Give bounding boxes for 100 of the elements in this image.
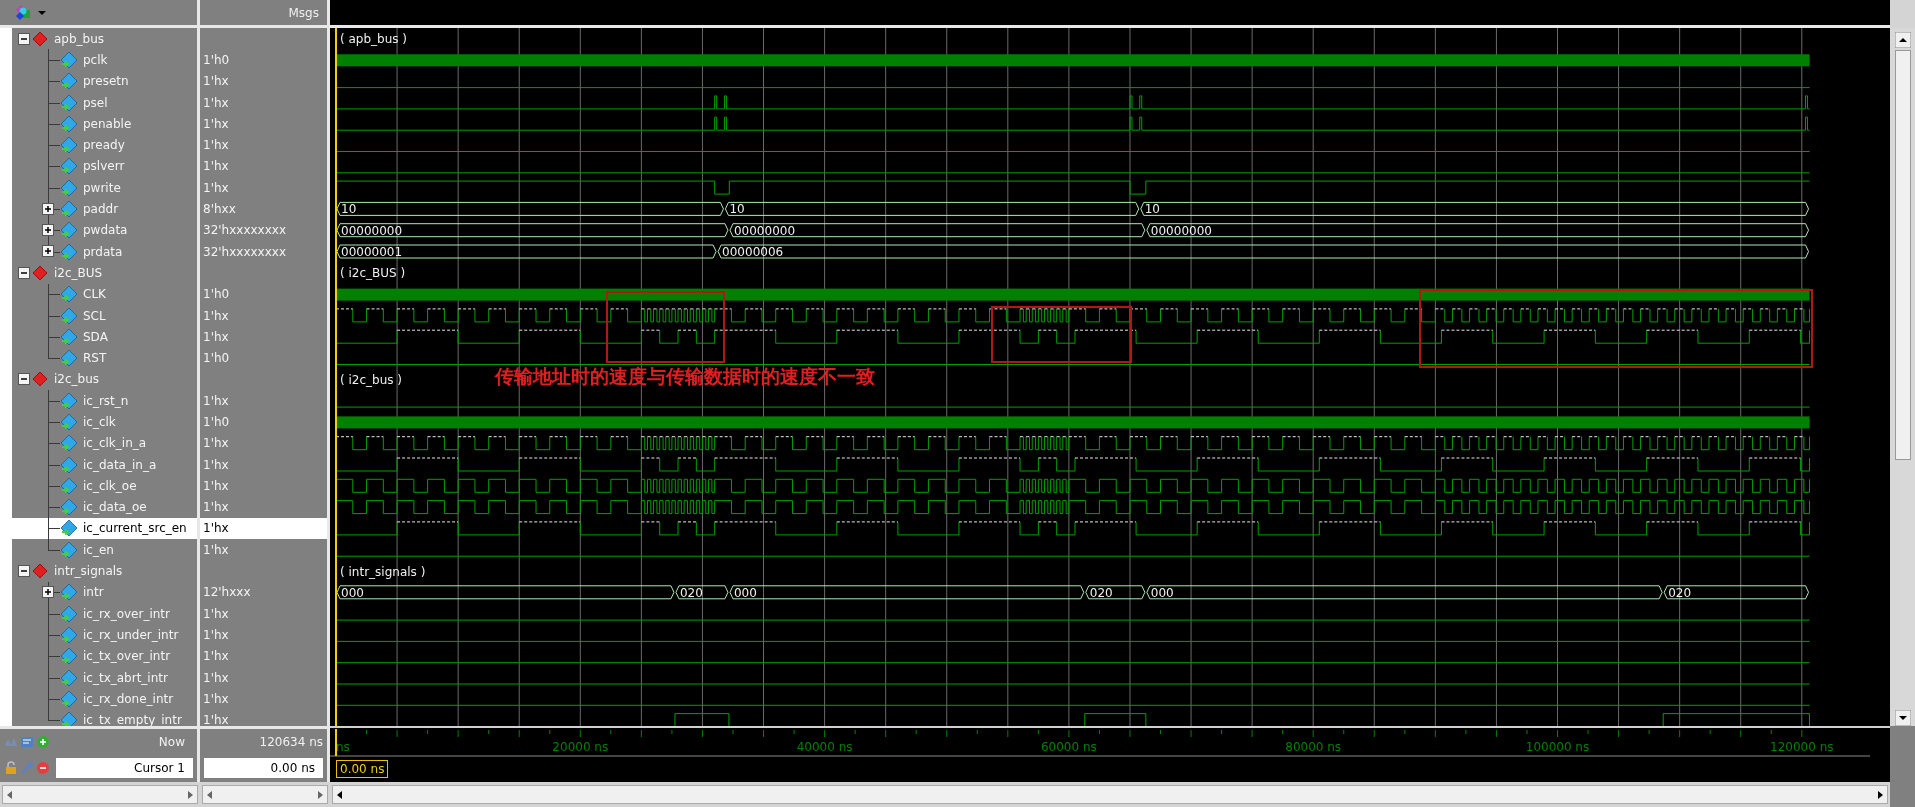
- signal-icon: [60, 434, 78, 453]
- signal-name[interactable]: ic_en: [83, 542, 114, 557]
- bus-value: 000: [733, 585, 757, 600]
- signal-name[interactable]: ic_data_oe: [83, 500, 147, 515]
- remove-icon[interactable]: [36, 761, 50, 775]
- signal-name[interactable]: CLK: [83, 287, 106, 302]
- expand-icon[interactable]: [42, 224, 54, 237]
- signal-name[interactable]: SDA: [83, 329, 108, 344]
- signal-name[interactable]: ic_clk_in_a: [83, 436, 147, 451]
- signal-icon: [60, 221, 78, 240]
- signal-icon: [60, 327, 78, 346]
- signal-name[interactable]: ic_clk: [83, 415, 116, 429]
- signal-name[interactable]: psel: [83, 95, 108, 110]
- bus-value: 00000000: [1150, 223, 1212, 238]
- cursor-line[interactable]: [335, 728, 337, 757]
- signal-value: 1'hx: [203, 500, 229, 515]
- signal-name[interactable]: paddr: [83, 202, 119, 216]
- signal-value: 1'hx: [203, 606, 229, 621]
- signal-icon: [60, 114, 78, 133]
- signal-name[interactable]: ic_rx_under_intr: [83, 627, 179, 642]
- signal-name[interactable]: prdata: [83, 244, 123, 259]
- signal-name[interactable]: ic_tx_abrt_intr: [83, 670, 168, 685]
- signal-name[interactable]: ic_data_in_a: [83, 457, 157, 472]
- signal-name[interactable]: pready: [83, 138, 125, 153]
- group-label: ( intr_signals ): [340, 564, 426, 579]
- signal-icon: [60, 540, 78, 559]
- group-name[interactable]: intr_signals: [54, 564, 123, 579]
- group-name[interactable]: i2c_BUS: [54, 265, 103, 280]
- signal-icon: [60, 413, 78, 431]
- group-name[interactable]: i2c_bus: [54, 372, 100, 387]
- signal-icon: [60, 476, 78, 495]
- signal-icon: [60, 604, 78, 623]
- signal-value: 1'hx: [203, 627, 229, 642]
- cursor-name-field[interactable]: Cursor 1: [56, 758, 193, 778]
- collapse-icon[interactable]: [18, 32, 30, 45]
- time-label: 20000 ns: [552, 740, 609, 754]
- signal-name[interactable]: RST: [83, 351, 107, 366]
- scroll-down-icon[interactable]: [1894, 710, 1911, 726]
- signal-icon: [60, 349, 78, 368]
- signal-value: 1'hx: [203, 436, 229, 451]
- signal-value: 1'hx: [203, 159, 229, 174]
- group-diamond-icon: [32, 264, 48, 281]
- signal-name[interactable]: ic_rst_n: [83, 393, 129, 408]
- add-icon[interactable]: [36, 735, 50, 749]
- signal-value: 32'hxxxxxxxx: [203, 244, 286, 259]
- signal-name[interactable]: SCL: [83, 308, 106, 323]
- time-label: 120000 ns: [1770, 740, 1834, 754]
- signal-name[interactable]: pwrite: [83, 180, 121, 195]
- signal-name[interactable]: intr: [83, 585, 104, 600]
- signal-name[interactable]: penable: [83, 116, 132, 131]
- group-diamond-icon: [32, 563, 48, 580]
- signal-value: 1'hx: [203, 670, 229, 685]
- signal-icon: [60, 455, 78, 474]
- signal-value: 1'hx: [203, 478, 229, 493]
- signal-name[interactable]: ic_clk_oe: [83, 478, 137, 493]
- scroll-up-icon[interactable]: [1894, 32, 1911, 48]
- bus-value: 020: [679, 585, 703, 600]
- signal-icon: [60, 668, 78, 687]
- group-name[interactable]: apb_bus: [54, 31, 105, 46]
- signal-icon: [60, 519, 78, 538]
- signal-value: 1'hx: [203, 138, 229, 153]
- signal-value: 1'hx: [203, 180, 229, 195]
- signal-name[interactable]: pclk: [83, 52, 108, 67]
- expand-icon[interactable]: [42, 245, 54, 258]
- signal-name[interactable]: pwdata: [83, 223, 128, 238]
- bus-value: 10: [729, 202, 745, 217]
- horizontal-scrollbar[interactable]: [332, 785, 1888, 804]
- signal-icon: [60, 72, 78, 91]
- signal-value: 1'hx: [203, 74, 229, 89]
- expand-icon[interactable]: [42, 202, 54, 215]
- group-diamond-icon: [32, 371, 48, 388]
- group-label: ( i2c_BUS ): [340, 266, 406, 281]
- signal-icon: [60, 242, 78, 261]
- signal-icon: [60, 583, 78, 602]
- signal-name[interactable]: pslverr: [83, 159, 125, 174]
- vertical-scrollbar[interactable]: [1890, 28, 1915, 726]
- bus-value: 00000000: [341, 223, 403, 238]
- signal-name[interactable]: ic_rx_over_intr: [83, 606, 170, 621]
- expand-icon[interactable]: [42, 586, 54, 599]
- signal-name[interactable]: ic_tx_over_intr: [83, 649, 171, 664]
- signal-value: 1'hx: [203, 521, 229, 536]
- caret-icon[interactable]: [38, 9, 46, 16]
- signal-icon: [60, 689, 78, 708]
- signal-icon: [60, 93, 78, 112]
- collapse-icon[interactable]: [18, 266, 30, 279]
- now-label: Now: [158, 735, 186, 749]
- signal-icon: [60, 157, 78, 176]
- bus-value: 00000006: [722, 245, 784, 259]
- collapse-icon[interactable]: [18, 565, 30, 578]
- signal-value: 1'hx: [203, 308, 229, 323]
- signal-name[interactable]: ic_rx_done_intr: [83, 691, 174, 706]
- signal-value: 1'hx: [203, 329, 229, 344]
- cursor-value-field[interactable]: 0.00 ns: [204, 758, 323, 778]
- signal-value: 1'hx: [203, 95, 229, 110]
- signal-name[interactable]: presetn: [83, 74, 129, 89]
- signal-icon: [60, 136, 78, 155]
- scroll-thumb[interactable]: [1894, 50, 1911, 460]
- cursor-time-label[interactable]: 0.00 ns: [336, 760, 389, 778]
- collapse-icon[interactable]: [18, 373, 30, 386]
- signal-value: 8'hxx: [203, 202, 236, 216]
